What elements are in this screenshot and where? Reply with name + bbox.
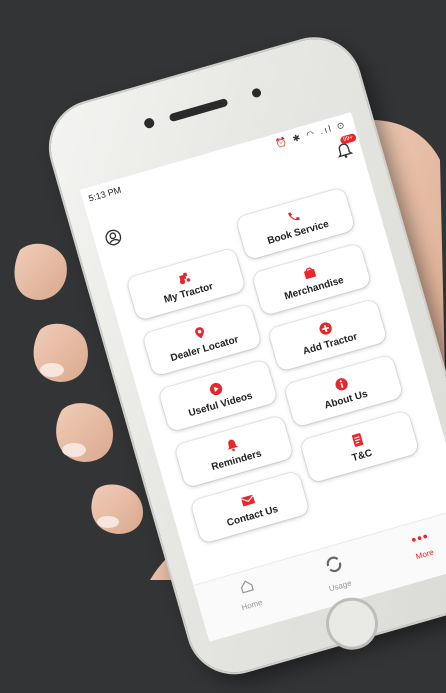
mail-icon [240,494,255,506]
nav-home[interactable]: Home [211,570,287,619]
phone-icon [287,211,300,220]
menu-label: About Us [323,388,369,412]
bell-icon [227,439,238,451]
more-icon: ••• [409,527,431,548]
menu-label: Add Tractor [301,330,359,357]
nav-usage[interactable]: Usage [298,545,375,600]
nav-more[interactable]: ••• More [384,520,446,568]
menu-label: T&C [350,447,374,464]
status-time: 5:13 PM [87,184,123,204]
plus-circle-icon [319,321,332,335]
document-icon [351,432,364,447]
sensor [250,87,263,99]
location-pin-icon [195,326,204,338]
menu-label: Contact Us [225,503,280,529]
menu-label: Book Service [266,218,331,247]
home-icon [240,580,254,594]
nav-usage-label: Usage [327,578,353,594]
menu-label: My Tractor [162,280,215,306]
menu-label: Reminders [210,447,263,473]
front-camera [143,116,156,130]
menu-label: Merchandise [283,274,345,302]
nav-home-label: Home [240,597,264,613]
profile-icon[interactable] [102,226,124,248]
earpiece-speaker [168,97,229,123]
tractor-icon [179,271,191,284]
play-icon [209,382,223,395]
info-icon [335,377,348,390]
shopping-bag-icon [303,267,316,279]
usage-icon [326,556,342,573]
